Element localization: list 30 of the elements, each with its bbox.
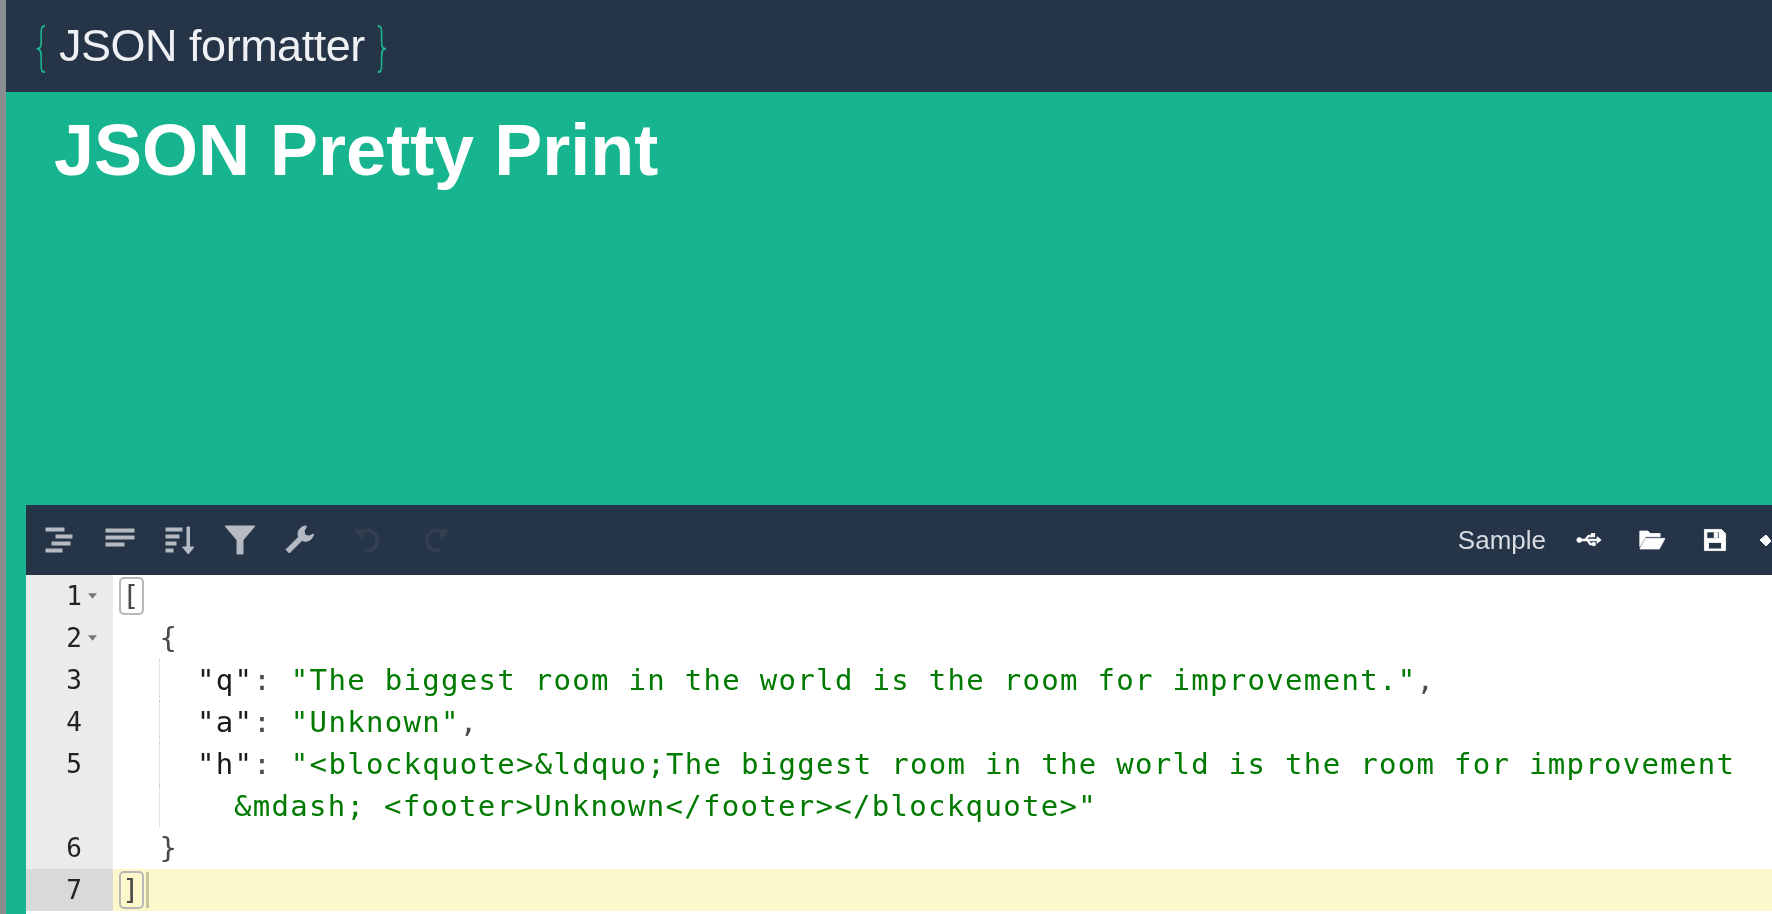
code-line: }: [158, 830, 180, 867]
logo-text: JSON formatter: [59, 20, 365, 72]
indented-lines-icon: [44, 524, 76, 556]
line-number: 1: [65, 581, 82, 611]
save-icon: [1702, 527, 1728, 553]
line-number: 7: [65, 875, 82, 905]
caret-icon[interactable]: [87, 635, 97, 641]
line-number: 4: [65, 707, 82, 737]
folder-icon: [1639, 527, 1665, 553]
sample-button[interactable]: Sample: [1457, 524, 1546, 556]
sort-icon: [164, 524, 196, 556]
code-line: "q": "The biggest room in the world is the room for improvement.",: [113, 659, 1772, 701]
matched-bracket: ]: [119, 871, 144, 909]
line-number: 2: [65, 623, 82, 653]
code-line: "a": "Unknown",: [113, 701, 1772, 743]
code-line: "h": "<blockquote>&ldquo;The biggest room in the world is the room for improvement: [113, 743, 1772, 785]
caret-icon[interactable]: [87, 593, 97, 599]
filter-icon: [224, 524, 256, 556]
line-number: 5: [65, 749, 82, 779]
code-line: &mdash; <footer>Unknown</footer></blockquote>": [113, 785, 1772, 827]
line-number: 3: [65, 665, 82, 695]
brace-text: {: [31, 20, 52, 72]
page-title: JSON Pretty Print: [54, 110, 660, 190]
matched-bracket: [: [119, 577, 144, 615]
line-number: 6: [65, 833, 82, 863]
code-line: {: [158, 620, 180, 657]
wrench-icon: [284, 524, 316, 556]
text-cursor: [145, 872, 149, 908]
brace-text: }: [372, 20, 393, 72]
code-editor[interactable]: [26, 575, 1772, 914]
